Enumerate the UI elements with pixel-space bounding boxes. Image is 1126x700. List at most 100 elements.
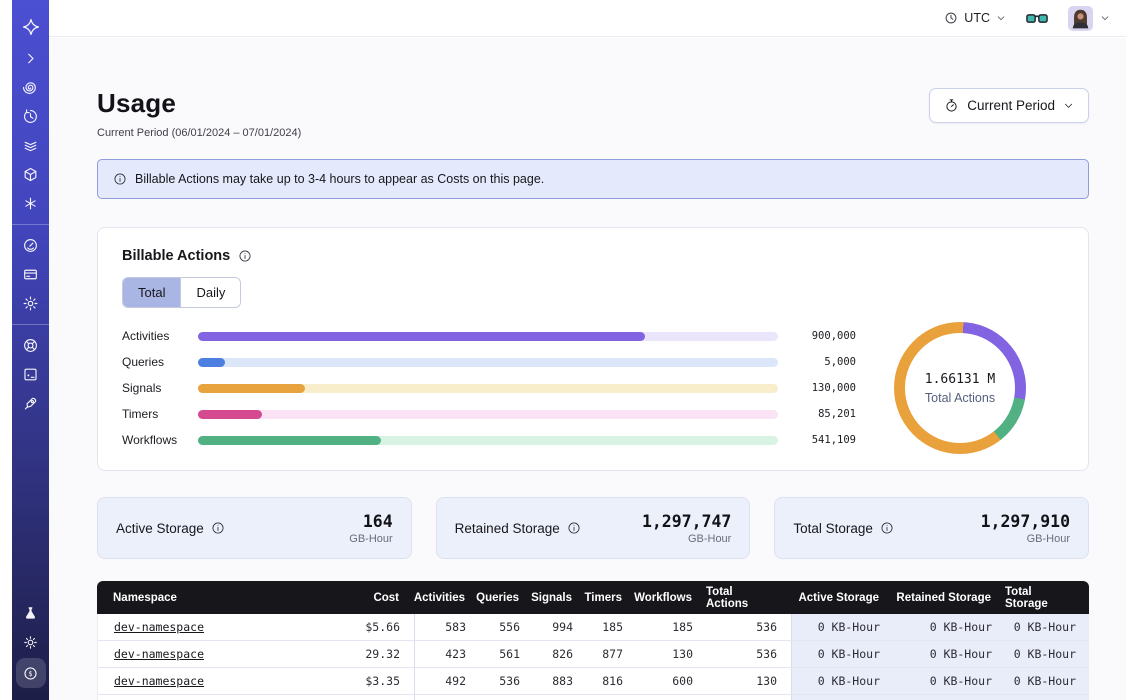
glasses-button[interactable] bbox=[1026, 11, 1048, 26]
queries-cell: 536 bbox=[480, 668, 534, 694]
timers-cell: 877 bbox=[587, 641, 637, 667]
namespace-link[interactable]: dev-namespace bbox=[114, 674, 204, 688]
workflows-cell: 600 bbox=[637, 668, 707, 694]
period-dropdown-button[interactable]: Current Period bbox=[929, 88, 1089, 123]
chart-bar-fill bbox=[198, 358, 225, 367]
column-header: Timers bbox=[586, 581, 636, 614]
activities-cell: 423 bbox=[414, 641, 480, 667]
sidebar-item-usage[interactable] bbox=[12, 231, 49, 260]
sidebar-item-labs[interactable] bbox=[12, 599, 49, 628]
workflows-cell: 130 bbox=[637, 641, 707, 667]
page-title: Usage bbox=[97, 88, 301, 119]
sidebar-item-feedback[interactable] bbox=[12, 360, 49, 389]
lifebuoy-icon bbox=[22, 337, 39, 354]
total-storage-unit: GB-Hour bbox=[981, 533, 1070, 545]
chart-row-workflows: Workflows 541,109 bbox=[122, 427, 856, 453]
chart-bar-track bbox=[198, 410, 778, 419]
active-storage-cell: 0 KB-Hour bbox=[791, 641, 894, 667]
chevron-right-icon bbox=[22, 50, 39, 67]
page-header: Usage Current Period (06/01/2024 – 07/01… bbox=[97, 88, 1089, 139]
chevron-down-icon bbox=[1100, 13, 1110, 23]
info-banner-text: Billable Actions may take up to 3-4 hour… bbox=[135, 172, 544, 186]
total-actions-cell: 536 bbox=[707, 614, 791, 640]
total-storage-cell: 0 KB-Hour bbox=[1006, 668, 1089, 694]
total-storage-cell: 0 KB-Hour bbox=[1006, 641, 1089, 667]
activities-cell: 583 bbox=[414, 614, 480, 640]
chevron-down-icon bbox=[1063, 100, 1074, 111]
activities-cell: 492 bbox=[414, 668, 480, 694]
spiral-icon bbox=[22, 79, 39, 96]
column-header: Total Actions bbox=[706, 581, 790, 614]
cost-cell: $5.66 bbox=[326, 614, 414, 640]
info-icon bbox=[113, 172, 127, 186]
column-header: Retained Storage bbox=[893, 581, 1005, 614]
sidebar-item-theme[interactable] bbox=[12, 628, 49, 657]
sidebar-item-getting-started[interactable] bbox=[12, 389, 49, 418]
table-row: dev-namespace $3.35 492 536 883 816 600 … bbox=[97, 668, 1089, 695]
gear-icon bbox=[22, 295, 39, 312]
sun-icon bbox=[22, 634, 39, 651]
chart-row-queries: Queries 5,000 bbox=[122, 349, 856, 375]
sidebar-item-expand[interactable] bbox=[12, 44, 49, 73]
sidebar: $ bbox=[12, 0, 49, 700]
sidebar-item-history[interactable] bbox=[12, 102, 49, 131]
table-row-partial bbox=[97, 695, 1089, 700]
total-storage-info-icon[interactable] bbox=[880, 521, 894, 535]
cube-icon bbox=[22, 166, 39, 183]
sidebar-item-billing[interactable] bbox=[12, 260, 49, 289]
chart-value-label: 5,000 bbox=[794, 356, 856, 368]
namespace-link[interactable]: dev-namespace bbox=[114, 647, 204, 661]
avatar bbox=[1068, 6, 1093, 31]
chart-category-label: Workflows bbox=[122, 433, 198, 447]
page-subtitle: Current Period (06/01/2024 – 07/01/2024) bbox=[97, 127, 301, 139]
column-header: Active Storage bbox=[790, 581, 893, 614]
workflows-cell: 185 bbox=[637, 614, 707, 640]
sidebar-item-home[interactable] bbox=[12, 10, 49, 44]
column-header: Total Storage bbox=[1005, 581, 1089, 614]
tab-total[interactable]: Total bbox=[123, 278, 180, 307]
retained-storage-info-icon[interactable] bbox=[567, 521, 581, 535]
sidebar-item-cube[interactable] bbox=[12, 160, 49, 189]
sidebar-divider bbox=[12, 224, 49, 225]
topbar: UTC bbox=[49, 0, 1126, 37]
chart-bar-fill bbox=[198, 332, 645, 341]
table-header-row: Namespace Cost Activities Queries Signal… bbox=[97, 581, 1089, 614]
chart-bar-track bbox=[198, 384, 778, 393]
chart-category-label: Timers bbox=[122, 407, 198, 421]
timezone-selector[interactable]: UTC bbox=[944, 11, 1006, 25]
sidebar-divider bbox=[12, 324, 49, 325]
account-menu[interactable] bbox=[1068, 6, 1110, 31]
sidebar-item-usage-billing-active[interactable]: $ bbox=[16, 658, 46, 688]
sidebar-item-layers[interactable] bbox=[12, 131, 49, 160]
timers-cell: 816 bbox=[587, 668, 637, 694]
history-clock-icon bbox=[22, 108, 39, 125]
column-header: Queries bbox=[479, 581, 533, 614]
signals-cell: 883 bbox=[534, 668, 587, 694]
sidebar-item-settings[interactable] bbox=[12, 289, 49, 318]
total-actions-cell: 536 bbox=[707, 641, 791, 667]
cost-cell: 29.32 bbox=[326, 641, 414, 667]
retained-storage-value: 1,297,747 bbox=[642, 512, 731, 531]
table-row: dev-namespace $5.66 583 556 994 185 185 … bbox=[97, 614, 1089, 641]
chart-category-label: Signals bbox=[122, 381, 198, 395]
tab-daily[interactable]: Daily bbox=[180, 278, 240, 307]
chart-bar-track bbox=[198, 332, 778, 341]
credit-card-icon bbox=[22, 266, 39, 283]
chart-row-timers: Timers 85,201 bbox=[122, 401, 856, 427]
sidebar-item-asterisk[interactable] bbox=[12, 189, 49, 218]
chart-bar-fill bbox=[198, 410, 262, 419]
gauge-icon bbox=[22, 237, 39, 254]
chart-bar-fill bbox=[198, 384, 305, 393]
chart-value-label: 130,000 bbox=[794, 382, 856, 394]
sidebar-item-support[interactable] bbox=[12, 331, 49, 360]
rocket-icon bbox=[22, 395, 39, 412]
layers-icon bbox=[22, 137, 39, 154]
sidebar-item-spiral[interactable] bbox=[12, 73, 49, 102]
active-storage-info-icon[interactable] bbox=[211, 521, 225, 535]
billable-actions-title: Billable Actions bbox=[122, 248, 230, 264]
total-storage-label: Total Storage bbox=[793, 521, 873, 536]
namespace-link[interactable]: dev-namespace bbox=[114, 620, 204, 634]
timezone-label: UTC bbox=[964, 11, 990, 25]
billable-info-icon[interactable] bbox=[238, 249, 252, 263]
total-storage-card: Total Storage 1,297,910 GB-Hour bbox=[774, 497, 1089, 559]
